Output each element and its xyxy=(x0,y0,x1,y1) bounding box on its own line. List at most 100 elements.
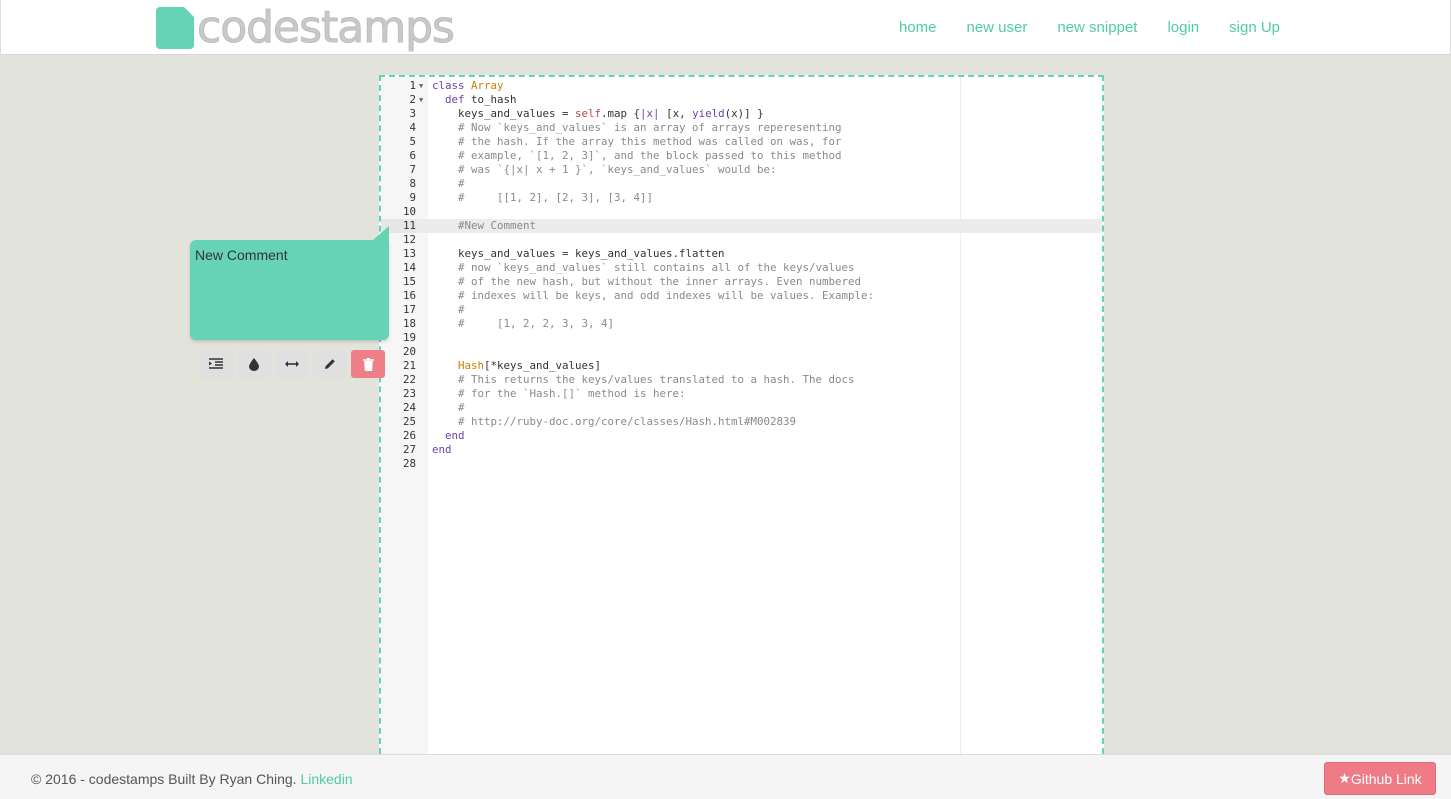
code-text[interactable]: end xyxy=(432,429,465,443)
code-token: |x| xyxy=(640,107,660,120)
nav-home-link[interactable]: home xyxy=(899,19,937,36)
code-token: end xyxy=(432,443,452,456)
code-text[interactable]: def to_hash xyxy=(432,93,517,107)
nav-new-snippet-link[interactable]: new snippet xyxy=(1057,19,1137,36)
code-token: # now `keys_and_values` still contains a… xyxy=(432,261,855,274)
logo[interactable]: codestamps xyxy=(156,5,455,50)
delete-button[interactable] xyxy=(351,350,385,378)
code-line[interactable]: 6 # example, `[1, 2, 3]`, and the block … xyxy=(381,149,1102,163)
comment-text[interactable]: New Comment xyxy=(195,247,288,263)
edit-button[interactable] xyxy=(313,350,347,378)
code-line[interactable]: 21 Hash[*keys_and_values] xyxy=(381,359,1102,373)
code-token: # was `{|x| x + 1 }`, `keys_and_values` … xyxy=(432,163,777,176)
code-token: keys_and_values = xyxy=(432,107,576,120)
code-text[interactable]: # xyxy=(432,303,465,317)
site-footer: © 2016 - codestamps Built By Ryan Ching.… xyxy=(0,754,1451,799)
line-number: 20 xyxy=(402,345,416,358)
code-text[interactable]: # of the new hash, but without the inner… xyxy=(432,275,861,289)
code-line[interactable]: 15 # of the new hash, but without the in… xyxy=(381,275,1102,289)
star-icon: ★ xyxy=(1338,770,1351,786)
copyright-text: © 2016 - codestamps Built By Ryan Ching. xyxy=(31,771,301,787)
code-line[interactable]: 10 xyxy=(381,205,1102,219)
github-link-button[interactable]: ★ Github Link xyxy=(1324,762,1436,795)
code-text[interactable]: # the hash. If the array this method was… xyxy=(432,135,842,149)
logo-mark-icon xyxy=(156,6,194,49)
code-token: [*keys_and_values] xyxy=(484,359,602,372)
code-line[interactable]: 3 keys_and_values = self.map {|x| [x, yi… xyxy=(381,107,1102,121)
code-token: end xyxy=(432,429,465,442)
code-lines[interactable]: 1 ▼ class Array 2 ▼ def to_hash 3 keys_and_va… xyxy=(381,79,1102,471)
nav-sign-up-link[interactable]: sign Up xyxy=(1229,19,1280,36)
code-text[interactable]: # xyxy=(432,177,465,191)
code-line[interactable]: 28 xyxy=(381,457,1102,471)
indent-icon xyxy=(209,358,223,369)
line-number: 10 xyxy=(402,205,416,218)
code-line[interactable]: 22 # This returns the keys/values transl… xyxy=(381,373,1102,387)
code-line[interactable]: 24 # xyxy=(381,401,1102,415)
line-number: 9 xyxy=(409,191,416,204)
code-text[interactable]: end xyxy=(432,443,452,457)
code-text[interactable]: # [[1, 2], [2, 3], [3, 4]] xyxy=(432,191,653,205)
code-line[interactable]: 23 # for the `Hash.[]` method is here: xyxy=(381,387,1102,401)
code-text[interactable]: # example, `[1, 2, 3]`, and the block pa… xyxy=(432,149,842,163)
linkedin-link[interactable]: Linkedin xyxy=(300,771,352,787)
code-text[interactable]: # xyxy=(432,401,465,415)
code-line[interactable]: 19 xyxy=(381,331,1102,345)
code-line[interactable]: 11 #New Comment xyxy=(381,219,1102,233)
code-line[interactable]: 13 keys_and_values = keys_and_values.fla… xyxy=(381,247,1102,261)
code-token: [x, xyxy=(659,107,693,120)
resize-button[interactable] xyxy=(275,350,309,378)
code-text[interactable]: # This returns the keys/values translate… xyxy=(432,373,855,387)
code-line[interactable]: 7 # was `{|x| x + 1 }`, `keys_and_values… xyxy=(381,163,1102,177)
code-text[interactable]: #New Comment xyxy=(432,219,536,233)
code-line[interactable]: 25 # http://ruby-doc.org/core/classes/Ha… xyxy=(381,415,1102,429)
code-text[interactable]: # for the `Hash.[]` method is here: xyxy=(432,387,686,401)
code-token: # indexes will be keys, and odd indexes … xyxy=(432,289,875,302)
code-token: #New Comment xyxy=(432,219,537,232)
code-text[interactable]: # Now `keys_and_values` is an array of a… xyxy=(432,121,842,135)
code-text[interactable]: keys_and_values = self.map {|x| [x, yiel… xyxy=(432,107,764,121)
code-line[interactable]: 27 end xyxy=(381,443,1102,457)
trash-icon xyxy=(362,357,374,371)
code-text[interactable]: keys_and_values = keys_and_values.flatte… xyxy=(432,247,725,261)
code-text[interactable]: # now `keys_and_values` still contains a… xyxy=(432,261,855,275)
code-line[interactable]: 1 ▼ class Array xyxy=(381,79,1102,93)
comment-bubble[interactable]: New Comment xyxy=(190,226,389,340)
code-line[interactable]: 2 ▼ def to_hash xyxy=(381,93,1102,107)
nav-new-user-link[interactable]: new user xyxy=(967,19,1028,36)
fold-arrow-icon[interactable]: ▼ xyxy=(419,79,427,93)
line-number: 6 xyxy=(409,149,416,162)
code-line[interactable]: 14 # now `keys_and_values` still contain… xyxy=(381,261,1102,275)
code-line[interactable]: 26 end xyxy=(381,429,1102,443)
code-token: # xyxy=(432,177,465,190)
fold-arrow-icon[interactable]: ▼ xyxy=(419,93,427,107)
code-token: def xyxy=(432,93,472,106)
indent-button[interactable] xyxy=(199,350,233,378)
pencil-icon xyxy=(325,359,335,369)
code-text[interactable]: # [1, 2, 2, 3, 3, 4] xyxy=(432,317,614,331)
nav-login-link[interactable]: login xyxy=(1167,19,1199,36)
code-line[interactable]: 16 # indexes will be keys, and odd index… xyxy=(381,289,1102,303)
code-text[interactable]: # indexes will be keys, and odd indexes … xyxy=(432,289,874,303)
code-editor[interactable]: 1 ▼ class Array 2 ▼ def to_hash 3 keys_and_va… xyxy=(379,75,1104,754)
code-line[interactable]: 8 # xyxy=(381,177,1102,191)
line-number: 24 xyxy=(402,401,416,414)
code-text[interactable]: # was `{|x| x + 1 }`, `keys_and_values` … xyxy=(432,163,777,177)
code-token: # example, `[1, 2, 3]`, and the block pa… xyxy=(432,149,842,162)
code-line[interactable]: 20 xyxy=(381,345,1102,359)
code-text[interactable]: Hash[*keys_and_values] xyxy=(432,359,601,373)
code-token: to_hash xyxy=(471,93,517,106)
color-button[interactable] xyxy=(237,350,271,378)
line-number: 7 xyxy=(409,163,416,176)
code-line[interactable]: 18 # [1, 2, 2, 3, 3, 4] xyxy=(381,317,1102,331)
code-token: keys_and_values = keys_and_values.flatte… xyxy=(432,247,725,260)
code-line[interactable]: 12 xyxy=(381,233,1102,247)
code-line[interactable]: 17 # xyxy=(381,303,1102,317)
line-number: 2 xyxy=(409,93,416,106)
code-line[interactable]: 9 # [[1, 2], [2, 3], [3, 4]] xyxy=(381,191,1102,205)
code-text[interactable]: class Array xyxy=(432,79,504,93)
code-line[interactable]: 4 # Now `keys_and_values` is an array of… xyxy=(381,121,1102,135)
code-text[interactable]: # http://ruby-doc.org/core/classes/Hash.… xyxy=(432,415,796,429)
code-line[interactable]: 5 # the hash. If the array this method w… xyxy=(381,135,1102,149)
code-token: Hash xyxy=(432,359,485,372)
